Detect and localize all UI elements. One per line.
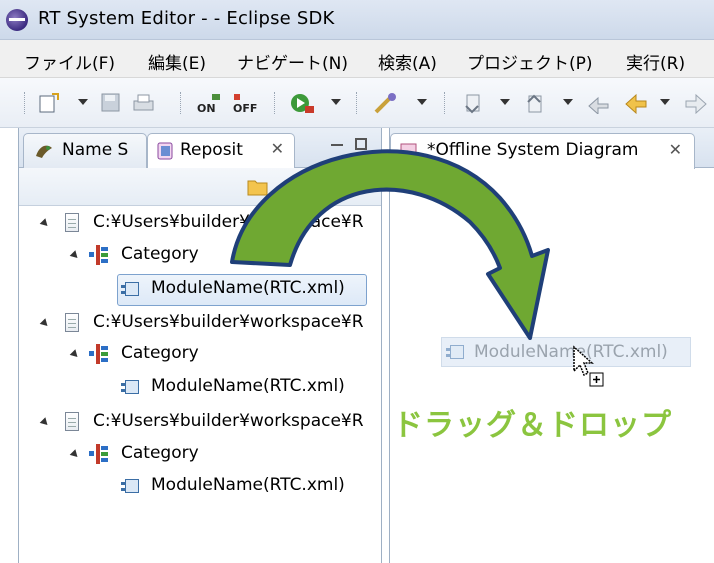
tool-dropdown-icon[interactable] <box>417 99 427 105</box>
toolbar-separator <box>444 92 447 114</box>
document-icon <box>65 313 79 332</box>
back-icon[interactable] <box>624 92 650 114</box>
expand-icon[interactable] <box>69 449 81 460</box>
title-bar: RT System Editor - - Eclipse SDK <box>0 0 714 40</box>
editor-tab-row: *Offline System Diagram ✕ <box>390 128 714 169</box>
back-dropdown-icon[interactable] <box>660 99 670 105</box>
next-annotation-dropdown-icon[interactable] <box>500 99 510 105</box>
category-icon <box>89 344 109 364</box>
menu-edit[interactable]: 編集(E) <box>148 49 206 74</box>
tree-item-category[interactable]: Category <box>37 341 381 371</box>
activate-off-icon[interactable]: OFF <box>232 92 260 114</box>
forward-icon[interactable] <box>684 92 710 114</box>
menu-run[interactable]: 実行(R) <box>626 49 685 74</box>
tree-item-module[interactable]: ModuleName(RTC.xml) <box>37 374 381 404</box>
menu-file[interactable]: ファイル(F) <box>24 49 115 74</box>
expand-icon[interactable] <box>39 318 51 329</box>
category-label: Category <box>121 343 199 363</box>
drag-ghost-component: ModuleName(RTC.xml) <box>441 337 691 367</box>
minimize-icon[interactable] <box>331 144 343 146</box>
tree-item-workspace[interactable]: C:¥Users¥builder¥workspace¥R <box>37 210 381 240</box>
close-icon[interactable]: ✕ <box>669 140 682 159</box>
document-icon <box>65 213 79 232</box>
toolbar-separator <box>274 92 277 114</box>
tree-item-category[interactable]: Category <box>37 441 381 471</box>
print-icon[interactable] <box>132 92 156 114</box>
menu-bar: ファイル(F) 編集(E) ナビゲート(N) 検索(A) プロジェクト(P) 実… <box>0 40 714 78</box>
save-icon[interactable] <box>100 92 122 114</box>
drag-ghost-label: ModuleName(RTC.xml) <box>474 342 668 362</box>
tab-name-service[interactable]: Name S <box>23 133 147 168</box>
eclipse-icon <box>6 9 28 31</box>
workspace-path: C:¥Users¥builder¥workspace¥R <box>93 312 364 332</box>
run-dropdown-icon[interactable] <box>331 99 341 105</box>
drag-copy-cursor-icon <box>573 345 604 387</box>
module-icon <box>446 343 466 361</box>
repository-view: Name S Reposit ✕ C:¥Users¥builder¥worksp… <box>18 128 382 563</box>
view-menu-icon[interactable] <box>357 184 371 192</box>
menu-search[interactable]: 検索(A) <box>378 49 437 74</box>
diagram-icon <box>400 143 417 160</box>
off-text: OFF <box>233 102 257 114</box>
folder-icon[interactable] <box>247 177 269 197</box>
tab-repository[interactable]: Reposit ✕ <box>147 133 295 169</box>
module-icon <box>121 378 141 396</box>
new-dropdown-icon[interactable] <box>78 99 88 105</box>
tree-item-module[interactable]: ModuleName(RTC.xml) <box>37 473 381 503</box>
workspace-path: C:¥Users¥builder¥workspace¥R <box>93 411 364 431</box>
tool-icon[interactable] <box>372 92 400 114</box>
expand-icon[interactable] <box>39 417 51 428</box>
category-label: Category <box>121 443 199 463</box>
expand-icon[interactable] <box>39 218 51 229</box>
module-icon <box>121 280 141 298</box>
tree-item-workspace[interactable]: C:¥Users¥builder¥workspace¥R <box>37 310 381 340</box>
category-icon <box>89 444 109 464</box>
name-service-icon <box>36 145 52 158</box>
view-tab-row: Name S Reposit ✕ <box>19 128 381 169</box>
new-icon[interactable] <box>38 92 62 114</box>
tree-item-category[interactable]: Category <box>37 242 381 272</box>
activate-on-icon[interactable]: ON <box>196 92 222 114</box>
toolbar-separator <box>180 92 183 114</box>
prev-annotation-dropdown-icon[interactable] <box>563 99 573 105</box>
tree-item-workspace[interactable]: C:¥Users¥builder¥workspace¥R <box>37 409 381 439</box>
tab-name-service-label: Name S <box>62 140 129 160</box>
close-icon[interactable]: ✕ <box>271 139 284 158</box>
editor-tab-label: *Offline System Diagram <box>427 140 639 160</box>
tab-repository-label: Reposit <box>180 140 243 160</box>
repository-small-icon[interactable] <box>331 178 345 196</box>
workspace-path: C:¥Users¥builder¥workspace¥R <box>93 212 364 232</box>
prev-annotation-icon[interactable] <box>524 92 550 114</box>
document-icon <box>65 412 79 431</box>
window-title: RT System Editor - - Eclipse SDK <box>38 8 335 29</box>
on-text: ON <box>197 102 216 114</box>
menu-navigate[interactable]: ナビゲート(N) <box>237 49 348 74</box>
maximize-icon[interactable] <box>355 138 367 150</box>
main-toolbar: ON OFF <box>0 78 714 128</box>
category-label: Category <box>121 244 199 264</box>
repository-icon <box>157 142 173 160</box>
module-label: ModuleName(RTC.xml) <box>151 475 345 495</box>
run-icon[interactable] <box>290 92 316 114</box>
expand-icon[interactable] <box>69 250 81 261</box>
toolbar-separator <box>24 92 27 114</box>
menu-project[interactable]: プロジェクト(P) <box>467 49 593 74</box>
expand-icon[interactable] <box>69 349 81 360</box>
tab-offline-system-diagram[interactable]: *Offline System Diagram ✕ <box>390 133 695 169</box>
last-edit-location-icon[interactable] <box>586 92 612 114</box>
drag-and-drop-caption: ドラッグ＆ドロップ <box>393 408 672 443</box>
tree-item-module[interactable]: ModuleName(RTC.xml) <box>37 276 381 306</box>
repository-toolbar <box>19 168 381 206</box>
module-icon <box>121 477 141 495</box>
module-label: ModuleName(RTC.xml) <box>151 376 345 396</box>
next-annotation-icon[interactable] <box>462 92 488 114</box>
toolbar-separator <box>356 92 359 114</box>
category-icon <box>89 245 109 265</box>
module-label: ModuleName(RTC.xml) <box>151 278 345 298</box>
